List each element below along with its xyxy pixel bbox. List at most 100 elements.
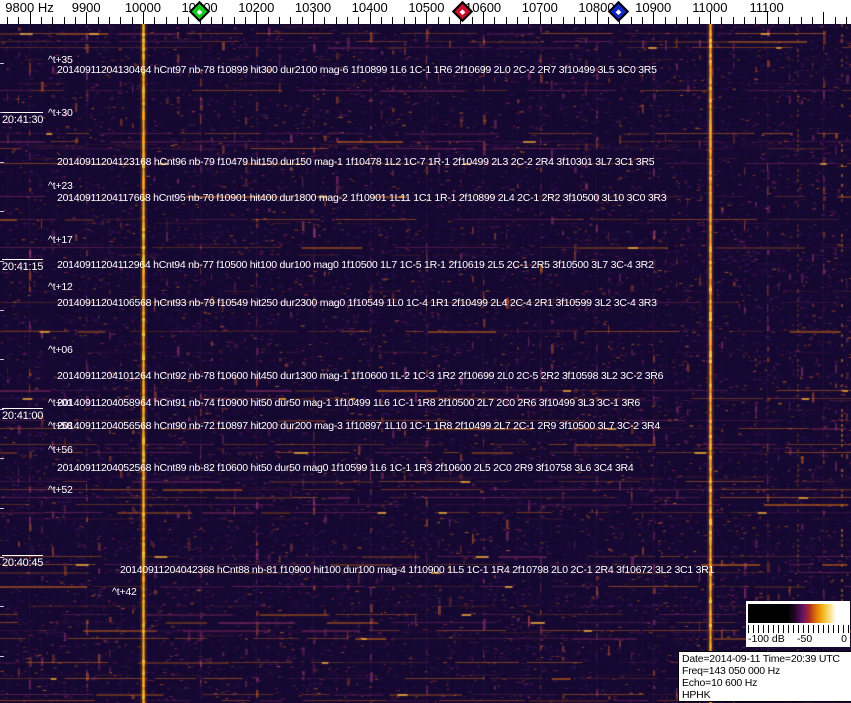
freq-tick [698, 17, 700, 24]
freq-tick [528, 17, 530, 24]
colorbar-tick [788, 625, 789, 633]
freq-tick [846, 17, 847, 24]
colorbar-tick [783, 625, 784, 633]
info-box: Date=2014-09-11 Time=20:39 UTC Freq=143 … [678, 651, 851, 702]
time-offset-mark: ^t+42 [112, 586, 137, 598]
freq-tick [664, 17, 666, 24]
freq-tick [222, 17, 224, 24]
info-echo: Echo=10 600 Hz [682, 677, 758, 689]
freq-tick [165, 17, 167, 24]
freq-tick [120, 17, 122, 24]
freq-tick [347, 17, 348, 24]
colorbar-tick [758, 625, 759, 633]
freq-tick [131, 17, 133, 24]
time-tick [0, 112, 4, 113]
color-scale: -100 dB -50 0 [746, 601, 850, 647]
freq-tick [505, 17, 507, 24]
freq-tick [233, 17, 235, 24]
freq-tick [675, 17, 677, 24]
time-label: 20:41:15 [2, 259, 44, 273]
freq-tick [494, 17, 496, 24]
detection-line: 20140911204112964 hCnt94 nb-77 f10500 hi… [57, 259, 654, 271]
colorbar-label-max: 0 [841, 633, 847, 645]
freq-axis-label: 10200 [238, 0, 275, 15]
colorbar-tick [798, 625, 799, 633]
freq-tick [279, 17, 280, 24]
freq-tick [381, 17, 382, 24]
time-label: 20:40:45 [2, 555, 44, 569]
time-offset-mark: ^t+12 [48, 281, 73, 293]
freq-axis-label: 10500 [408, 0, 445, 15]
freq-tick [324, 17, 326, 24]
time-tick [0, 162, 4, 163]
time-tick [0, 261, 4, 262]
freq-tick [97, 17, 99, 24]
freq-tick [18, 17, 20, 24]
marker-red-dot [459, 8, 466, 15]
colorbar-tick [803, 625, 804, 633]
freq-tick [415, 17, 416, 24]
freq-tick [40, 17, 42, 24]
colorbar-tick [778, 625, 779, 633]
freq-axis-label: 10700 [521, 0, 558, 15]
time-overlay: 20:41:30 20:41:15 20:41:00 20:40:45 20140911… [0, 0, 851, 703]
colorbar-tick [828, 625, 829, 633]
freq-tick [176, 17, 178, 24]
time-tick [0, 63, 4, 64]
colorbar-tick [843, 625, 844, 633]
time-tick [0, 557, 4, 558]
time-offset-mark: ^t+52 [48, 484, 73, 496]
info-station: HPHK [682, 689, 711, 701]
time-offset-mark: ^t+56 [48, 444, 73, 456]
freq-tick [358, 17, 360, 24]
colorbar-tick [818, 625, 819, 633]
time-tick [0, 409, 4, 410]
freq-tick [392, 17, 394, 24]
detection-line: 20140911204130464 hCnt97 nb-78 f10899 hi… [57, 64, 657, 76]
detection-line: 20140911204117668 hCnt95 nb-70 f10901 hi… [57, 192, 667, 204]
freq-tick [789, 17, 791, 24]
time-label: 20:41:00 [2, 408, 44, 422]
freq-axis-label: 11000 [692, 0, 728, 15]
colorbar-tick [748, 625, 749, 633]
freq-tick [244, 17, 246, 24]
info-date-time: Date=2014-09-11 Time=20:39 UTC [682, 653, 840, 665]
freq-tick [811, 17, 813, 24]
colorbar-label-min: -100 dB [748, 633, 785, 645]
detection-line: 20140911204123168 hCnt96 nb-79 f10479 hi… [57, 156, 655, 168]
colorbar-tick [838, 625, 839, 633]
time-tick [0, 359, 4, 360]
freq-axis-label: 9800 Hz [5, 0, 54, 15]
freq-tick [449, 17, 451, 24]
detection-line: 20140911204058964 hCnt91 nb-74 f10900 hi… [57, 397, 640, 409]
time-tick [0, 310, 4, 311]
freq-axis-label: 10300 [294, 0, 332, 15]
colorbar-tick [793, 625, 794, 633]
freq-tick [630, 17, 632, 24]
marker-green-dot [196, 8, 203, 15]
time-tick [0, 656, 4, 657]
colorbar-tick [763, 625, 764, 633]
freq-axis-label: 10000 [124, 0, 161, 15]
time-offset-mark: ^t+23 [48, 180, 73, 192]
colorbar-tick [833, 625, 834, 633]
freq-tick [403, 17, 405, 24]
freq-tick [210, 17, 212, 24]
detection-line: 20140911204042368 hCnt88 nb-81 f10900 hi… [120, 564, 715, 576]
freq-tick [641, 17, 643, 24]
time-offset-mark: ^t+01 [48, 397, 73, 409]
colorbar-tick [773, 625, 774, 633]
freq-tick [755, 17, 757, 24]
freq-tick [517, 17, 519, 24]
time-offset-mark: ^t+35 [48, 54, 73, 66]
freq-tick [607, 17, 609, 24]
freq-tick [562, 17, 564, 24]
colorbar-label-mid: -50 [797, 633, 813, 645]
freq-tick [687, 17, 689, 24]
freq-axis-label: 11100 [749, 0, 784, 15]
freq-tick [6, 17, 8, 24]
colorbar-tick [768, 625, 769, 633]
color-gradient [748, 604, 848, 623]
freq-tick [551, 17, 553, 24]
freq-tick [732, 17, 734, 24]
